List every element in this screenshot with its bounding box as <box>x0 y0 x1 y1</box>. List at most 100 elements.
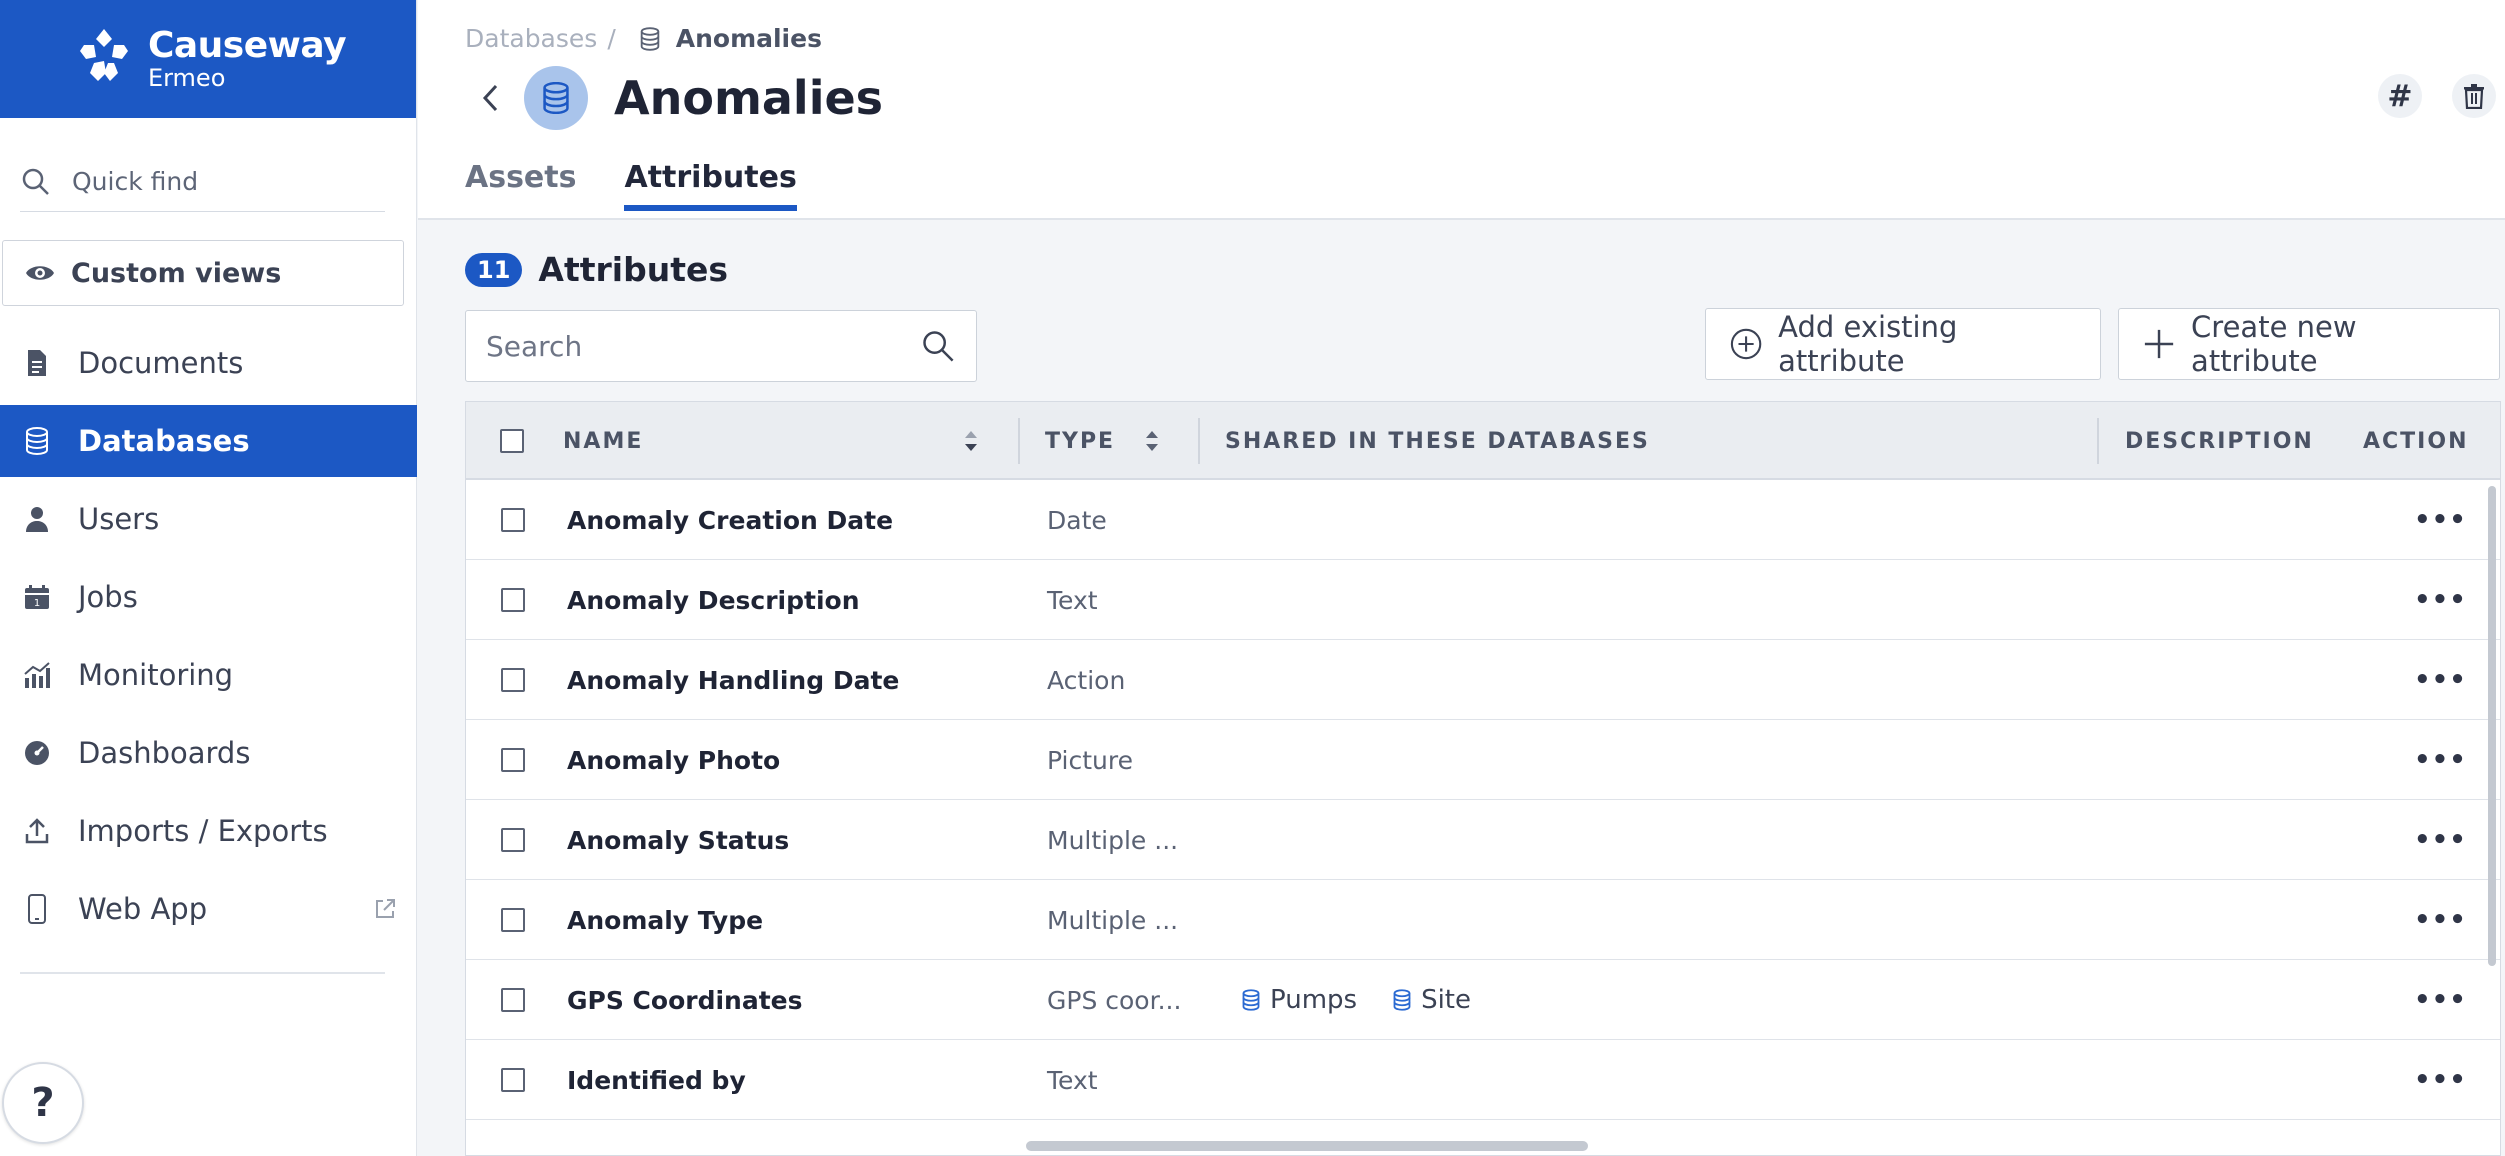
quick-find <box>20 152 385 212</box>
table-row[interactable]: Anomaly Handling Date Action ••• <box>466 640 2500 720</box>
attribute-name[interactable]: Anomaly Handling Date <box>567 640 899 720</box>
tab-assets[interactable]: Assets <box>465 160 576 211</box>
create-new-attribute-button[interactable]: Create new attribute <box>2118 308 2500 380</box>
breadcrumb-current: Anomalies <box>675 24 822 53</box>
shared-database-tag[interactable]: Pumps <box>1242 985 1357 1015</box>
row-actions-menu[interactable]: ••• <box>2414 560 2467 640</box>
database-icon <box>1393 989 1411 1011</box>
horizontal-scrollbar[interactable] <box>1026 1141 1588 1151</box>
row-checkbox[interactable] <box>501 1040 525 1120</box>
attribute-type: Date <box>1047 505 1107 535</box>
row-checkbox[interactable] <box>501 480 525 560</box>
select-all-checkbox[interactable] <box>500 402 524 480</box>
sidebar-item-databases[interactable]: Databases <box>0 405 417 477</box>
plus-circle-icon <box>1730 328 1762 360</box>
search-icon[interactable] <box>920 328 956 364</box>
row-checkbox[interactable] <box>501 800 525 880</box>
attribute-name[interactable]: Identified by <box>567 1040 746 1120</box>
quick-find-input[interactable] <box>72 167 372 196</box>
sidebar-item-monitoring[interactable]: Monitoring <box>0 639 417 711</box>
row-actions-menu[interactable]: ••• <box>2414 960 2467 1040</box>
chevron-left-icon <box>482 84 498 112</box>
brand-name: Causeway <box>147 25 347 66</box>
column-separator <box>1018 418 1020 464</box>
sidebar-nav: Documents Databases Users 1 Jobs Monitor… <box>0 327 417 951</box>
column-separator <box>2097 418 2099 464</box>
delete-button[interactable] <box>2452 74 2496 118</box>
sidebar-item-label: Dashboards <box>78 736 251 770</box>
row-actions-menu[interactable]: ••• <box>2414 800 2467 880</box>
database-icon <box>1242 989 1260 1011</box>
attribute-name[interactable]: Anomaly Photo <box>567 720 780 800</box>
create-new-attribute-label: Create new attribute <box>2191 310 2357 378</box>
shared-database-name: Site <box>1421 985 1471 1015</box>
sidebar-item-label: Jobs <box>78 580 138 614</box>
page-header: Databases / Anomalies Anomalies # Assets… <box>418 0 2505 220</box>
sidebar-item-label: Web App <box>78 892 208 926</box>
row-checkbox[interactable] <box>501 560 525 640</box>
sidebar-item-imports-exports[interactable]: Imports / Exports <box>0 795 417 867</box>
shared-database-tag[interactable]: Site <box>1393 985 1471 1015</box>
back-button[interactable] <box>476 81 504 115</box>
attribute-name[interactable]: Anomaly Status <box>567 800 789 880</box>
database-icon <box>543 82 569 114</box>
column-type[interactable]: TYPE <box>1045 402 1115 480</box>
sidebar-item-users[interactable]: Users <box>0 483 417 555</box>
attributes-table: NAME TYPE SHARED IN THESE DATABASES DESC… <box>465 401 2501 1156</box>
attribute-type: Text <box>1047 585 1098 615</box>
brand-header[interactable]: Causeway Ermeo <box>0 0 416 118</box>
external-link-icon <box>376 899 395 918</box>
row-actions-menu[interactable]: ••• <box>2414 1040 2467 1120</box>
tab-attributes[interactable]: Attributes <box>624 160 797 211</box>
sidebar-item-jobs[interactable]: 1 Jobs <box>0 561 417 633</box>
table-row[interactable]: Anomaly Status Multiple ... ••• <box>466 800 2500 880</box>
attribute-name[interactable]: GPS Coordinates <box>567 960 803 1040</box>
sidebar-item-label: Databases <box>78 424 250 458</box>
row-checkbox[interactable] <box>501 720 525 800</box>
table-row[interactable]: GPS Coordinates GPS coor... Pumps Site •… <box>466 960 2500 1040</box>
table-row[interactable]: Anomaly Photo Picture ••• <box>466 720 2500 800</box>
add-existing-attribute-label: Add existing attribute <box>1778 310 1958 378</box>
row-actions-menu[interactable]: ••• <box>2414 880 2467 960</box>
hash-button[interactable]: # <box>2378 74 2422 118</box>
table-row[interactable]: Anomaly Creation Date Date ••• <box>466 480 2500 560</box>
row-checkbox[interactable] <box>501 880 525 960</box>
sidebar-item-dashboards[interactable]: Dashboards <box>0 717 417 789</box>
calendar-icon: 1 <box>22 582 52 612</box>
row-checkbox[interactable] <box>501 640 525 720</box>
search-input[interactable] <box>486 329 920 363</box>
row-checkbox[interactable] <box>501 960 525 1040</box>
document-icon <box>22 348 52 378</box>
row-actions-menu[interactable]: ••• <box>2414 480 2467 560</box>
breadcrumb-databases-link[interactable]: Databases <box>465 24 597 53</box>
attribute-type: Picture <box>1047 745 1133 775</box>
breadcrumb: Databases / Anomalies <box>465 24 822 53</box>
shared-databases: Pumps Site <box>1242 960 1471 1040</box>
help-button[interactable]: ? <box>2 1062 84 1144</box>
attribute-name[interactable]: Anomaly Type <box>567 880 763 960</box>
custom-views-button[interactable]: Custom views <box>2 240 404 306</box>
table-row[interactable]: Anomaly Type Multiple ... ••• <box>466 880 2500 960</box>
sort-type-icon[interactable] <box>1143 402 1161 480</box>
gauge-icon <box>22 738 52 768</box>
sort-name-icon[interactable] <box>962 402 980 480</box>
add-existing-attribute-button[interactable]: Add existing attribute <box>1705 308 2101 380</box>
vertical-scrollbar[interactable] <box>2488 486 2496 966</box>
attribute-name[interactable]: Anomaly Creation Date <box>567 480 893 560</box>
trash-icon <box>2464 84 2484 109</box>
attribute-type: Action <box>1047 665 1126 695</box>
column-name[interactable]: NAME <box>563 402 643 480</box>
column-separator <box>1198 418 1200 464</box>
table-row[interactable]: Anomaly Description Text ••• <box>466 560 2500 640</box>
svg-text:1: 1 <box>34 598 40 609</box>
row-actions-menu[interactable]: ••• <box>2414 720 2467 800</box>
row-actions-menu[interactable]: ••• <box>2414 640 2467 720</box>
attribute-type: GPS coor... <box>1047 985 1182 1015</box>
page-title: Anomalies <box>614 71 884 125</box>
table-row[interactable]: Identified by Text ••• <box>466 1040 2500 1120</box>
sidebar-item-documents[interactable]: Documents <box>0 327 417 399</box>
section-label: Attributes <box>538 250 728 289</box>
causeway-logo-icon <box>79 29 128 81</box>
attribute-name[interactable]: Anomaly Description <box>567 560 860 640</box>
sidebar-item-web-app[interactable]: Web App <box>0 873 417 945</box>
